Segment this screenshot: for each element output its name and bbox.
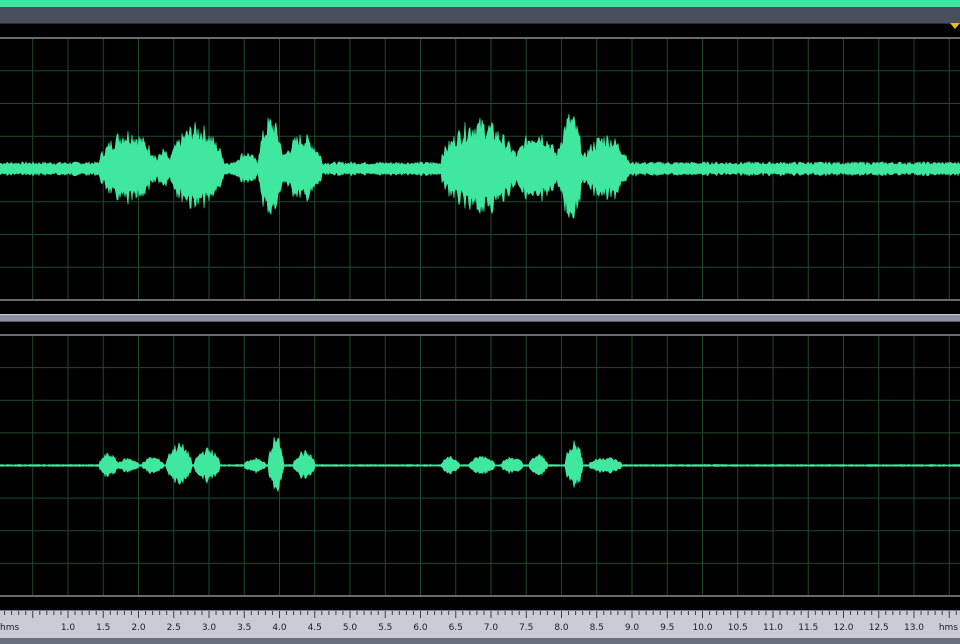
waveform-editor: hms 1.0 1.5 2.0 2.5 3.0 3.5 4.0 4.5 5.0 5.5 6.0 6.5 7… xyxy=(0,0,960,644)
ruler-tick-label: 10.0 xyxy=(692,623,712,633)
ruler-tick-label: 5.5 xyxy=(378,623,392,633)
ruler-start-label: hms xyxy=(0,623,19,633)
ruler-tick-label: 3.5 xyxy=(237,623,251,633)
ruler-tick-label: 7.0 xyxy=(484,623,499,633)
ruler-tick-label: 9.5 xyxy=(660,623,674,633)
ruler-tick-label: 2.0 xyxy=(131,623,146,633)
ruler-end-label: hms xyxy=(939,623,958,633)
ruler-tick-label: 6.0 xyxy=(413,623,428,633)
ruler-tick-label: 5.0 xyxy=(343,623,358,633)
ruler-tick-label: 3.0 xyxy=(202,623,217,633)
ruler-tick-label: 11.0 xyxy=(763,623,783,633)
ruler-tick-label: 4.0 xyxy=(272,623,287,633)
ruler-tick-label: 2.5 xyxy=(167,623,181,633)
ruler-tick-label: 13.0 xyxy=(904,623,924,633)
ruler-tick-label: 1.5 xyxy=(96,623,110,633)
waveform-signal xyxy=(0,113,960,219)
waveform-signal xyxy=(0,436,960,493)
ruler-tick-label: 12.5 xyxy=(869,623,889,633)
waveform-track-top[interactable] xyxy=(0,24,960,314)
ruler-tick-label: 7.5 xyxy=(519,623,533,633)
time-ruler[interactable]: hms 1.0 1.5 2.0 2.5 3.0 3.5 4.0 4.5 5.0 5.5 6.0 6.5 7… xyxy=(0,610,960,639)
ruler-tick-label: 6.5 xyxy=(449,623,463,633)
ruler-tick-label: 12.0 xyxy=(833,623,853,633)
timeline-scrollbar[interactable] xyxy=(0,7,960,29)
horizontal-scrollbar[interactable] xyxy=(0,638,960,644)
ruler-tick-label: 9.0 xyxy=(625,623,640,633)
time-ruler-scale: hms 1.0 1.5 2.0 2.5 3.0 3.5 4.0 4.5 5.0 5.5 6.0 6.5 7… xyxy=(0,611,958,633)
ruler-tick-label: 11.5 xyxy=(798,623,818,633)
waveform-track-bottom[interactable] xyxy=(0,321,960,610)
ruler-tick-label: 10.5 xyxy=(728,623,748,633)
ruler-tick-label: 1.0 xyxy=(61,623,76,633)
ruler-tick-label: 8.5 xyxy=(590,623,604,633)
selection-bar[interactable] xyxy=(0,0,960,7)
ruler-tick-label: 4.5 xyxy=(308,623,322,633)
ruler-tick-label: 8.0 xyxy=(554,623,569,633)
